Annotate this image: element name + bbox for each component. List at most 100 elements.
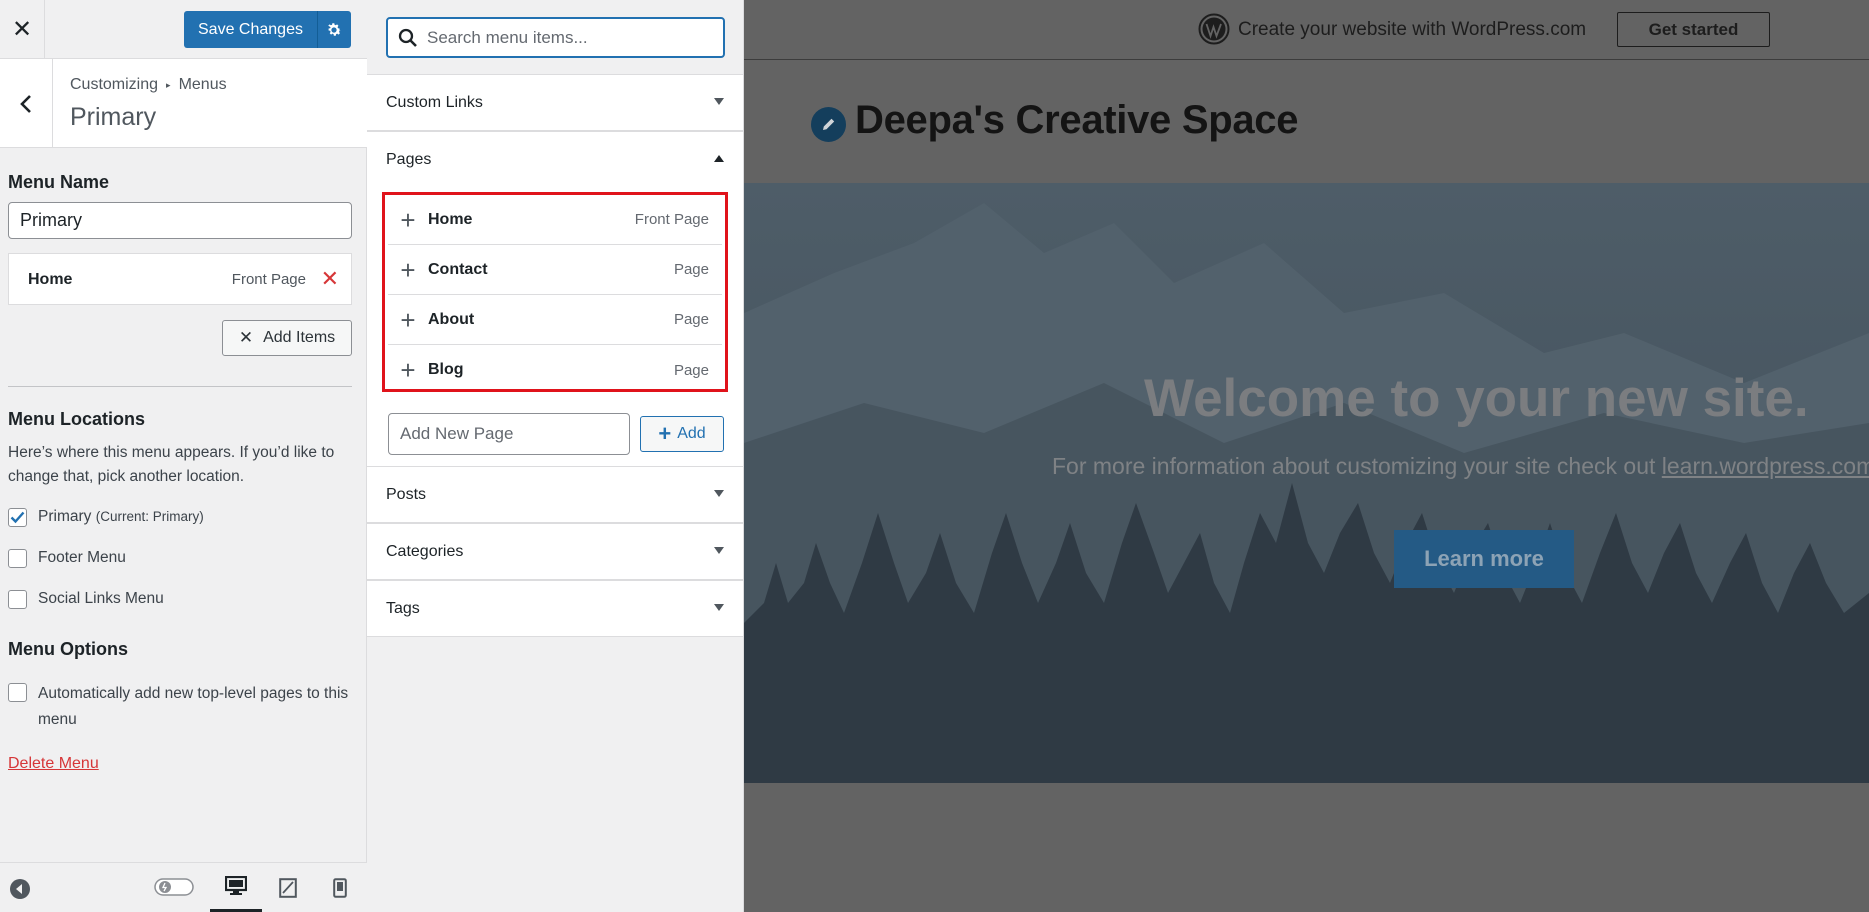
panel-title: Primary [70,103,157,131]
plus-icon: + [400,304,416,335]
site-preview[interactable]: Create your website with WordPress.com G… [744,0,1869,912]
accordion-label: Categories [386,543,464,560]
customizer-sidebar: ✕ Save Changes Customizing ▸ Menus Prima… [0,0,367,912]
site-title[interactable]: Deepa's Creative Space [855,98,1298,143]
plus-icon: + [658,421,672,446]
collapse-sidebar-button[interactable] [9,878,31,900]
plus-icon: + [400,204,416,235]
add-items-button[interactable]: ✕ Add Items [222,320,352,356]
auto-add-label: Automatically add new top-level pages to… [38,685,349,728]
pencil-icon [823,118,835,130]
search-menu-items-input[interactable]: Search menu items... [386,17,725,58]
chevron-up-icon [714,155,724,162]
chevron-down-icon [714,604,724,611]
page-type: Page [673,361,709,379]
remove-item-icon[interactable]: ✕ [321,266,339,292]
mobile-preview-button[interactable] [314,863,366,912]
search-placeholder: Search menu items... [427,27,588,47]
menu-locations-heading: Menu Locations [8,409,146,429]
publish-settings-button[interactable] [317,11,351,48]
page-type: Page [673,311,709,328]
pages-list: + Home Front Page + Contact Page + About… [382,192,728,392]
page-name: Home [428,210,473,228]
learn-wordpress-link[interactable]: learn.wordpress.com [1662,453,1869,479]
section-header: Customizing ▸ Menus Primary [0,59,367,148]
hero-cover: Welcome to your new site. For more infor… [744,183,1869,783]
customizer-footer [0,862,367,912]
plus-icon: + [400,355,416,385]
add-page-button[interactable]: + Add [640,416,724,452]
save-button-group: Save Changes [184,11,351,48]
customizer-header: ✕ Save Changes [0,0,367,59]
accordion-label: Tags [386,600,420,617]
page-name: About [428,310,475,328]
accordion-posts[interactable]: Posts [367,466,743,523]
page-item-home[interactable]: + Home Front Page [388,195,722,245]
desktop-icon [225,876,247,895]
hero-subtitle: For more information about customizing y… [1052,453,1869,480]
desktop-preview-button[interactable] [210,863,262,912]
menu-name-input[interactable]: Primary [8,202,352,239]
banner-text: Create your website with WordPress.com [1238,19,1587,40]
tablet-preview-button[interactable] [262,863,314,912]
breadcrumb: Customizing ▸ Menus [70,76,227,94]
hero-subtitle-text: For more information about customizing y… [1052,453,1662,479]
chevron-down-icon [714,547,724,554]
available-menu-items-panel: Search menu items... Custom Links Pages … [367,0,744,912]
checkmark-icon [10,511,25,524]
accordion-categories[interactable]: Categories [367,523,743,580]
menu-options-heading: Menu Options [8,639,128,659]
back-button[interactable] [0,59,53,148]
location-primary[interactable]: Primary (Current: Primary) [8,508,204,527]
accordion-tags[interactable]: Tags [367,580,743,637]
location-label: Footer Menu [38,549,126,566]
preview-toggle[interactable] [154,876,194,898]
location-footer[interactable]: Footer Menu [8,549,126,568]
learn-more-button[interactable]: Learn more [1394,530,1574,588]
footer-location-checkbox[interactable] [8,549,27,568]
breadcrumb-current: Menus [178,76,227,93]
breadcrumb-parent: Customizing [70,76,159,93]
menu-locations-description: Here’s where this menu appears. If you’d… [8,444,335,485]
accordion-pages[interactable]: Pages [367,131,743,188]
wordpress-logo-icon [1198,13,1230,45]
collapse-icon [10,879,30,899]
page-item-contact[interactable]: + Contact Page [388,245,722,295]
mobile-icon [333,878,347,898]
search-icon [398,28,417,47]
menu-name-heading: Menu Name [8,172,110,192]
pages-section-body: + Home Front Page + Contact Page + About… [367,187,743,466]
page-type: Page [673,261,709,278]
location-note: (Current: Primary) [95,509,204,524]
hero-title: Welcome to your new site. [1144,369,1809,428]
menu-item-home[interactable]: Home Front Page ✕ [8,253,352,305]
mountain-forest-image [744,203,1869,783]
save-changes-button[interactable]: Save Changes [184,11,318,48]
auto-add-checkbox[interactable] [8,683,27,702]
toggle-switch-icon [154,878,194,896]
location-label: Social Links Menu [38,590,164,607]
accordion-label: Custom Links [386,94,483,111]
location-social[interactable]: Social Links Menu [8,590,164,609]
chevron-left-icon [20,94,31,113]
chevron-down-icon [714,98,724,105]
social-location-checkbox[interactable] [8,590,27,609]
close-customizer-button[interactable]: ✕ [0,0,45,58]
add-items-label: Add Items [263,329,336,346]
auto-add-option[interactable]: Automatically add new top-level pages to… [8,681,353,733]
get-started-button[interactable]: Get started [1617,12,1770,47]
primary-location-checkbox[interactable] [8,508,27,527]
location-label: Primary [38,508,92,525]
edit-shortcut-button[interactable] [811,107,846,142]
add-new-page-input[interactable]: Add New Page [388,413,630,455]
accordion-label: Posts [386,486,427,503]
gear-icon [328,22,342,36]
divider [8,386,352,387]
accordion-custom-links[interactable]: Custom Links [367,74,743,131]
delete-menu-link[interactable]: Delete Menu [8,755,99,773]
page-name: Blog [428,361,464,378]
page-item-blog[interactable]: + Blog Page [388,345,722,395]
accordion-label: Pages [386,151,432,168]
page-item-about[interactable]: + About Page [388,295,722,345]
chevron-down-icon [714,490,724,497]
